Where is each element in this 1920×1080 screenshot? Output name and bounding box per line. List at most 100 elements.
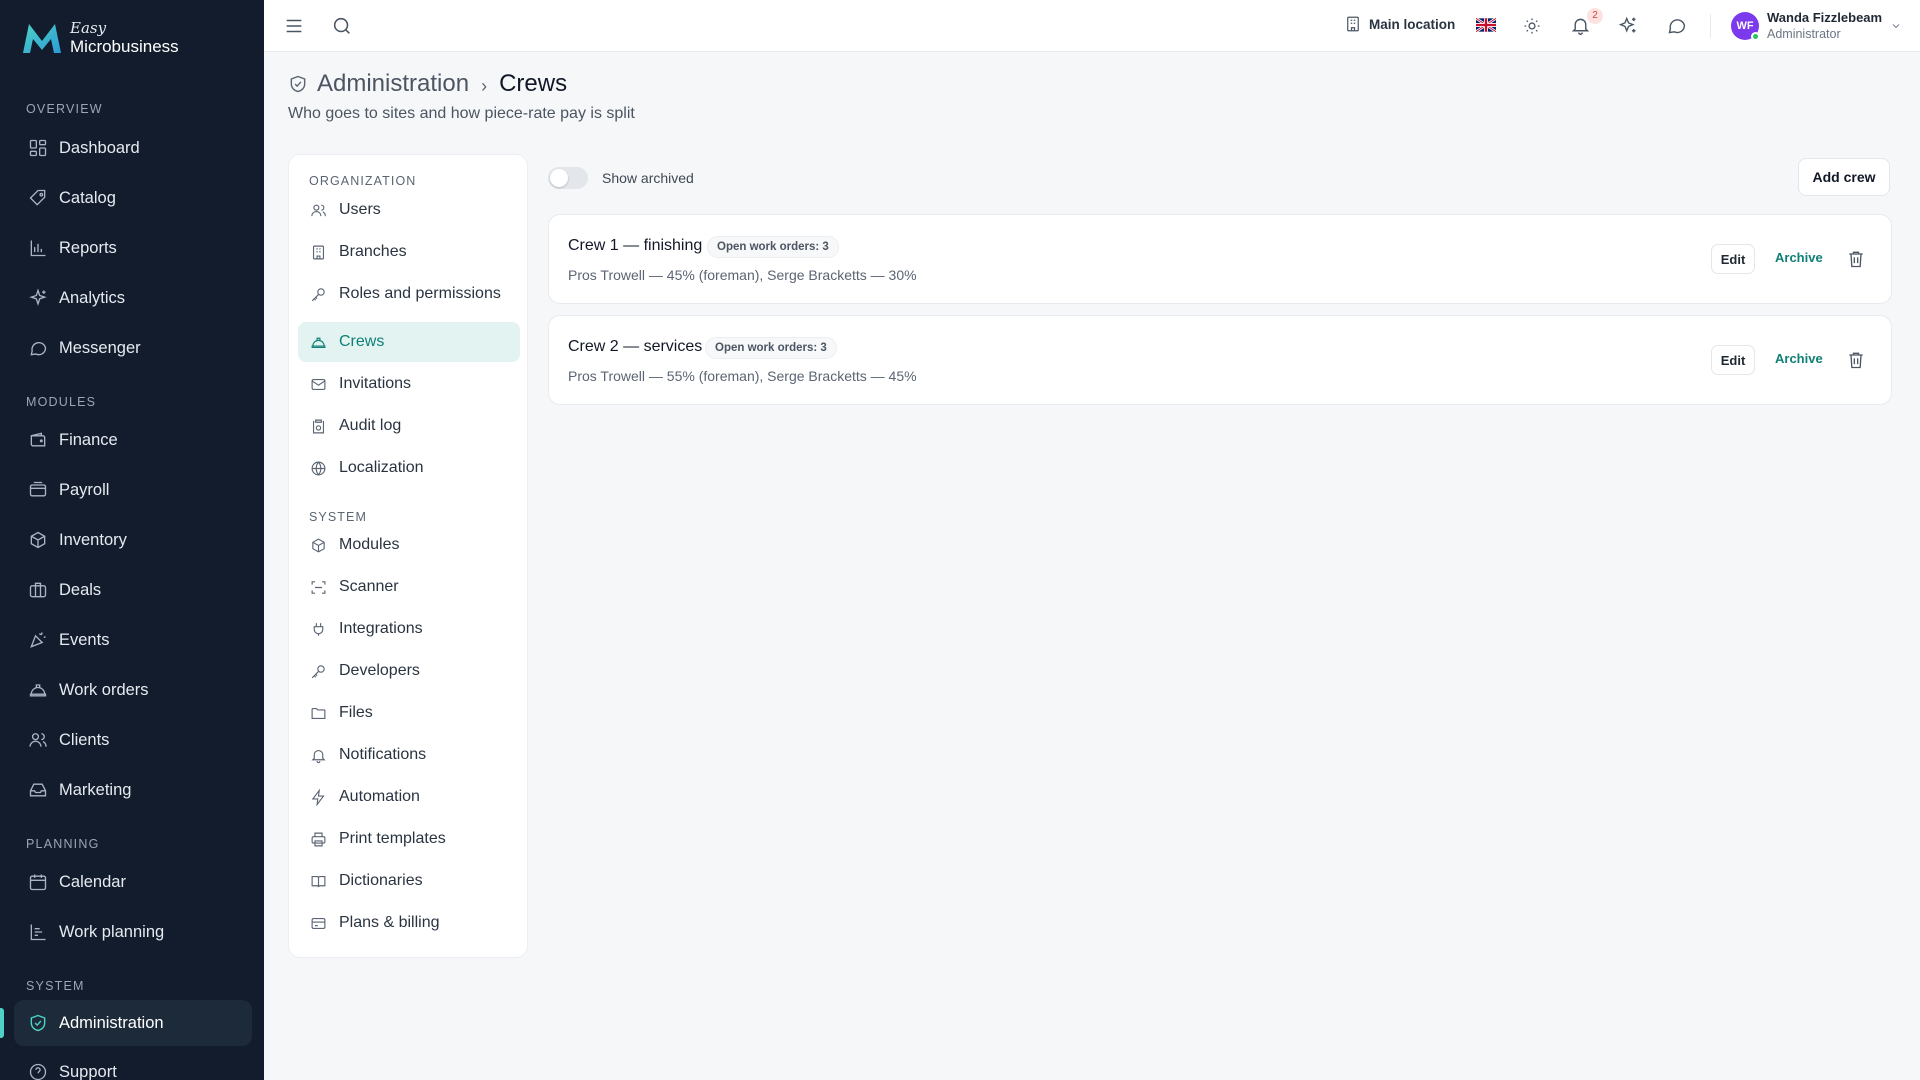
crew-card: Crew 2 — services Open work orders: 3 Pr…	[548, 315, 1892, 405]
settings-item-branches[interactable]: Branches	[298, 232, 520, 272]
sidebar-item-analytics[interactable]: Analytics	[14, 275, 252, 321]
settings-item-notifications[interactable]: Notifications	[298, 735, 520, 775]
sidebar-item-label: Deals	[59, 580, 102, 599]
search-icon[interactable]	[331, 15, 353, 37]
show-archived-toggle[interactable]	[548, 167, 588, 189]
settings-item-localization[interactable]: Localization	[298, 448, 520, 488]
dashboard-icon	[28, 138, 48, 158]
settings-item-integrations[interactable]: Integrations	[298, 609, 520, 649]
sidebar-item-label: Finance	[59, 430, 118, 449]
sidebar-item-label: Inventory	[59, 530, 127, 549]
sidebar-item-label: Reports	[59, 238, 117, 257]
breadcrumb-parent[interactable]: Administration	[317, 70, 469, 98]
settings-item-label: Roles and permissions	[339, 285, 501, 302]
trash-icon[interactable]	[1846, 249, 1866, 269]
ai-sparkle-icon[interactable]	[1618, 15, 1639, 36]
chevron-down-icon[interactable]	[1890, 20, 1902, 32]
settings-item-modules[interactable]: Modules	[298, 525, 520, 565]
sidebar-item-work-planning[interactable]: Work planning	[14, 909, 252, 955]
settings-item-plans-billing[interactable]: Plans & billing	[298, 903, 520, 943]
active-indicator	[0, 1008, 4, 1038]
payroll-icon	[28, 480, 48, 500]
plug-icon	[310, 621, 327, 638]
sidebar-item-clients[interactable]: Clients	[14, 717, 252, 763]
sidebar-item-calendar[interactable]: Calendar	[14, 859, 252, 905]
logo-mark-icon	[23, 24, 61, 53]
settings-item-roles[interactable]: Roles and permissions	[298, 274, 520, 314]
nav-section-overview: OVERVIEW	[26, 102, 103, 116]
sidebar-item-label: Payroll	[59, 480, 110, 499]
settings-item-crews[interactable]: Crews	[298, 322, 520, 362]
sidebar-item-label: Events	[59, 630, 110, 649]
user-name[interactable]: Wanda Fizzlebeam	[1767, 10, 1882, 25]
clients-icon	[28, 730, 48, 750]
crew-name: Crew 2 — services	[568, 338, 703, 355]
sidebar-item-reports[interactable]: Reports	[14, 225, 252, 271]
key-icon	[310, 286, 327, 303]
sidebar-item-marketing[interactable]: Marketing	[14, 767, 252, 813]
notification-count-badge: 2	[1587, 8, 1603, 24]
edit-crew-button[interactable]: Edit	[1711, 345, 1755, 375]
show-archived-label: Show archived	[602, 170, 694, 186]
settings-item-label: Branches	[339, 243, 407, 260]
breadcrumb: Administration › Crews	[288, 68, 567, 100]
settings-item-label: Users	[339, 201, 381, 218]
archive-crew-link[interactable]: Archive	[1775, 351, 1823, 366]
branches-icon	[310, 244, 327, 261]
chat-icon[interactable]	[1666, 15, 1687, 36]
sidebar-item-finance[interactable]: Finance	[14, 417, 252, 463]
settings-item-label: Integrations	[339, 620, 423, 637]
settings-item-audit-log[interactable]: Audit log	[298, 406, 520, 446]
sidebar-item-inventory[interactable]: Inventory	[14, 517, 252, 563]
settings-item-invitations[interactable]: Invitations	[298, 364, 520, 404]
sidebar-item-dashboard[interactable]: Dashboard	[14, 125, 252, 171]
logo-name-text: Microbusiness	[70, 37, 179, 56]
sidebar: Easy Microbusiness OVERVIEW Dashboard Ca…	[0, 0, 264, 1080]
sidebar-item-payroll[interactable]: Payroll	[14, 467, 252, 513]
edit-crew-button[interactable]: Edit	[1711, 244, 1755, 274]
open-work-orders-badge: Open work orders: 3	[707, 236, 839, 258]
sidebar-item-events[interactable]: Events	[14, 617, 252, 663]
archive-crew-link[interactable]: Archive	[1775, 250, 1823, 265]
sidebar-item-work-orders[interactable]: Work orders	[14, 667, 252, 713]
sidebar-item-deals[interactable]: Deals	[14, 567, 252, 613]
settings-item-scanner[interactable]: Scanner	[298, 567, 520, 607]
settings-item-files[interactable]: Files	[298, 693, 520, 733]
uk-flag-icon[interactable]	[1476, 18, 1496, 32]
lightning-icon	[310, 789, 327, 806]
settings-item-developers[interactable]: Developers	[298, 651, 520, 691]
add-crew-button[interactable]: Add crew	[1798, 158, 1890, 196]
sidebar-item-label: Calendar	[59, 872, 126, 891]
location-label: Main location	[1369, 16, 1456, 32]
settings-item-label: Audit log	[339, 417, 402, 434]
building-icon	[1344, 15, 1362, 33]
settings-item-automation[interactable]: Automation	[298, 777, 520, 817]
sidebar-item-support[interactable]: Support	[14, 1049, 252, 1080]
settings-item-print-templates[interactable]: Print templates	[298, 819, 520, 859]
shield-icon	[28, 1013, 48, 1033]
settings-item-users[interactable]: Users	[298, 190, 520, 230]
page-title: Crews	[499, 70, 568, 97]
work-orders-icon	[28, 680, 48, 700]
audit-log-icon	[310, 418, 327, 435]
sidebar-item-label: Work planning	[59, 922, 165, 941]
settings-section-organization: ORGANIZATION	[309, 174, 417, 188]
brand-logo[interactable]: Easy Microbusiness	[20, 20, 179, 56]
sidebar-item-label: Catalog	[59, 188, 116, 207]
trash-icon[interactable]	[1846, 350, 1866, 370]
settings-item-label: Automation	[339, 788, 420, 805]
theme-sun-icon[interactable]	[1522, 16, 1542, 36]
sidebar-item-administration[interactable]: Administration	[14, 1000, 252, 1046]
credit-card-icon	[310, 915, 327, 932]
sidebar-item-label: Administration	[59, 1013, 164, 1032]
settings-item-label: Invitations	[339, 375, 412, 392]
sidebar-item-messenger[interactable]: Messenger	[14, 325, 252, 371]
sidebar-item-catalog[interactable]: Catalog	[14, 175, 252, 221]
sidebar-item-label: Dashboard	[59, 138, 140, 157]
location-selector[interactable]: Main location	[1344, 15, 1455, 33]
menu-icon[interactable]	[283, 15, 305, 37]
events-icon	[28, 630, 48, 650]
settings-item-label: Files	[339, 704, 373, 721]
settings-item-dictionaries[interactable]: Dictionaries	[298, 861, 520, 901]
nav-section-system: SYSTEM	[26, 979, 85, 993]
